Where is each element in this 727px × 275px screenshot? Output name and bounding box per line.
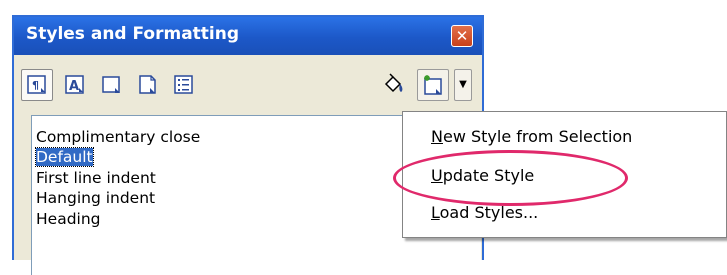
list-item-selected[interactable]: Default bbox=[35, 147, 94, 167]
window-title: Styles and Formatting bbox=[26, 24, 240, 44]
style-toolbar: ¶ A ▼ bbox=[14, 55, 482, 115]
page-styles-button[interactable] bbox=[132, 69, 164, 101]
menu-item-update-style[interactable]: Update Style bbox=[431, 166, 534, 185]
fill-format-mode-icon bbox=[384, 73, 403, 93]
list-item[interactable]: Hanging indent bbox=[36, 188, 155, 208]
list-item[interactable]: First line indent bbox=[36, 168, 156, 188]
chevron-down-icon: ▼ bbox=[459, 79, 467, 90]
svg-text:¶: ¶ bbox=[32, 79, 39, 92]
list-styles-button[interactable] bbox=[168, 69, 200, 101]
frame-styles-icon bbox=[102, 76, 120, 93]
character-styles-icon: A bbox=[65, 75, 84, 94]
list-item[interactable]: Heading bbox=[36, 209, 101, 229]
paragraph-styles-button[interactable]: ¶ bbox=[21, 69, 53, 101]
paragraph-styles-icon: ¶ bbox=[27, 75, 46, 94]
new-style-context-menu: New Style from Selection Update Style Lo… bbox=[402, 111, 727, 238]
list-item[interactable]: Complimentary close bbox=[36, 127, 200, 147]
title-bar[interactable]: Styles and Formatting ✕ bbox=[14, 17, 482, 55]
page-styles-icon bbox=[139, 75, 156, 94]
close-icon: ✕ bbox=[455, 27, 469, 45]
new-style-from-selection-icon bbox=[424, 75, 442, 95]
fill-format-mode-button[interactable] bbox=[377, 69, 409, 101]
new-style-dropdown-button[interactable]: ▼ bbox=[454, 69, 472, 101]
list-styles-icon bbox=[174, 75, 193, 94]
character-styles-button[interactable]: A bbox=[59, 69, 91, 101]
frame-styles-button[interactable] bbox=[96, 69, 128, 101]
close-button[interactable]: ✕ bbox=[451, 25, 473, 47]
menu-item-load-styles[interactable]: Load Styles... bbox=[431, 203, 538, 222]
svg-text:A: A bbox=[69, 79, 79, 94]
menu-item-new-style-from-selection[interactable]: New Style from Selection bbox=[431, 127, 632, 146]
new-style-from-selection-button[interactable] bbox=[417, 69, 449, 101]
